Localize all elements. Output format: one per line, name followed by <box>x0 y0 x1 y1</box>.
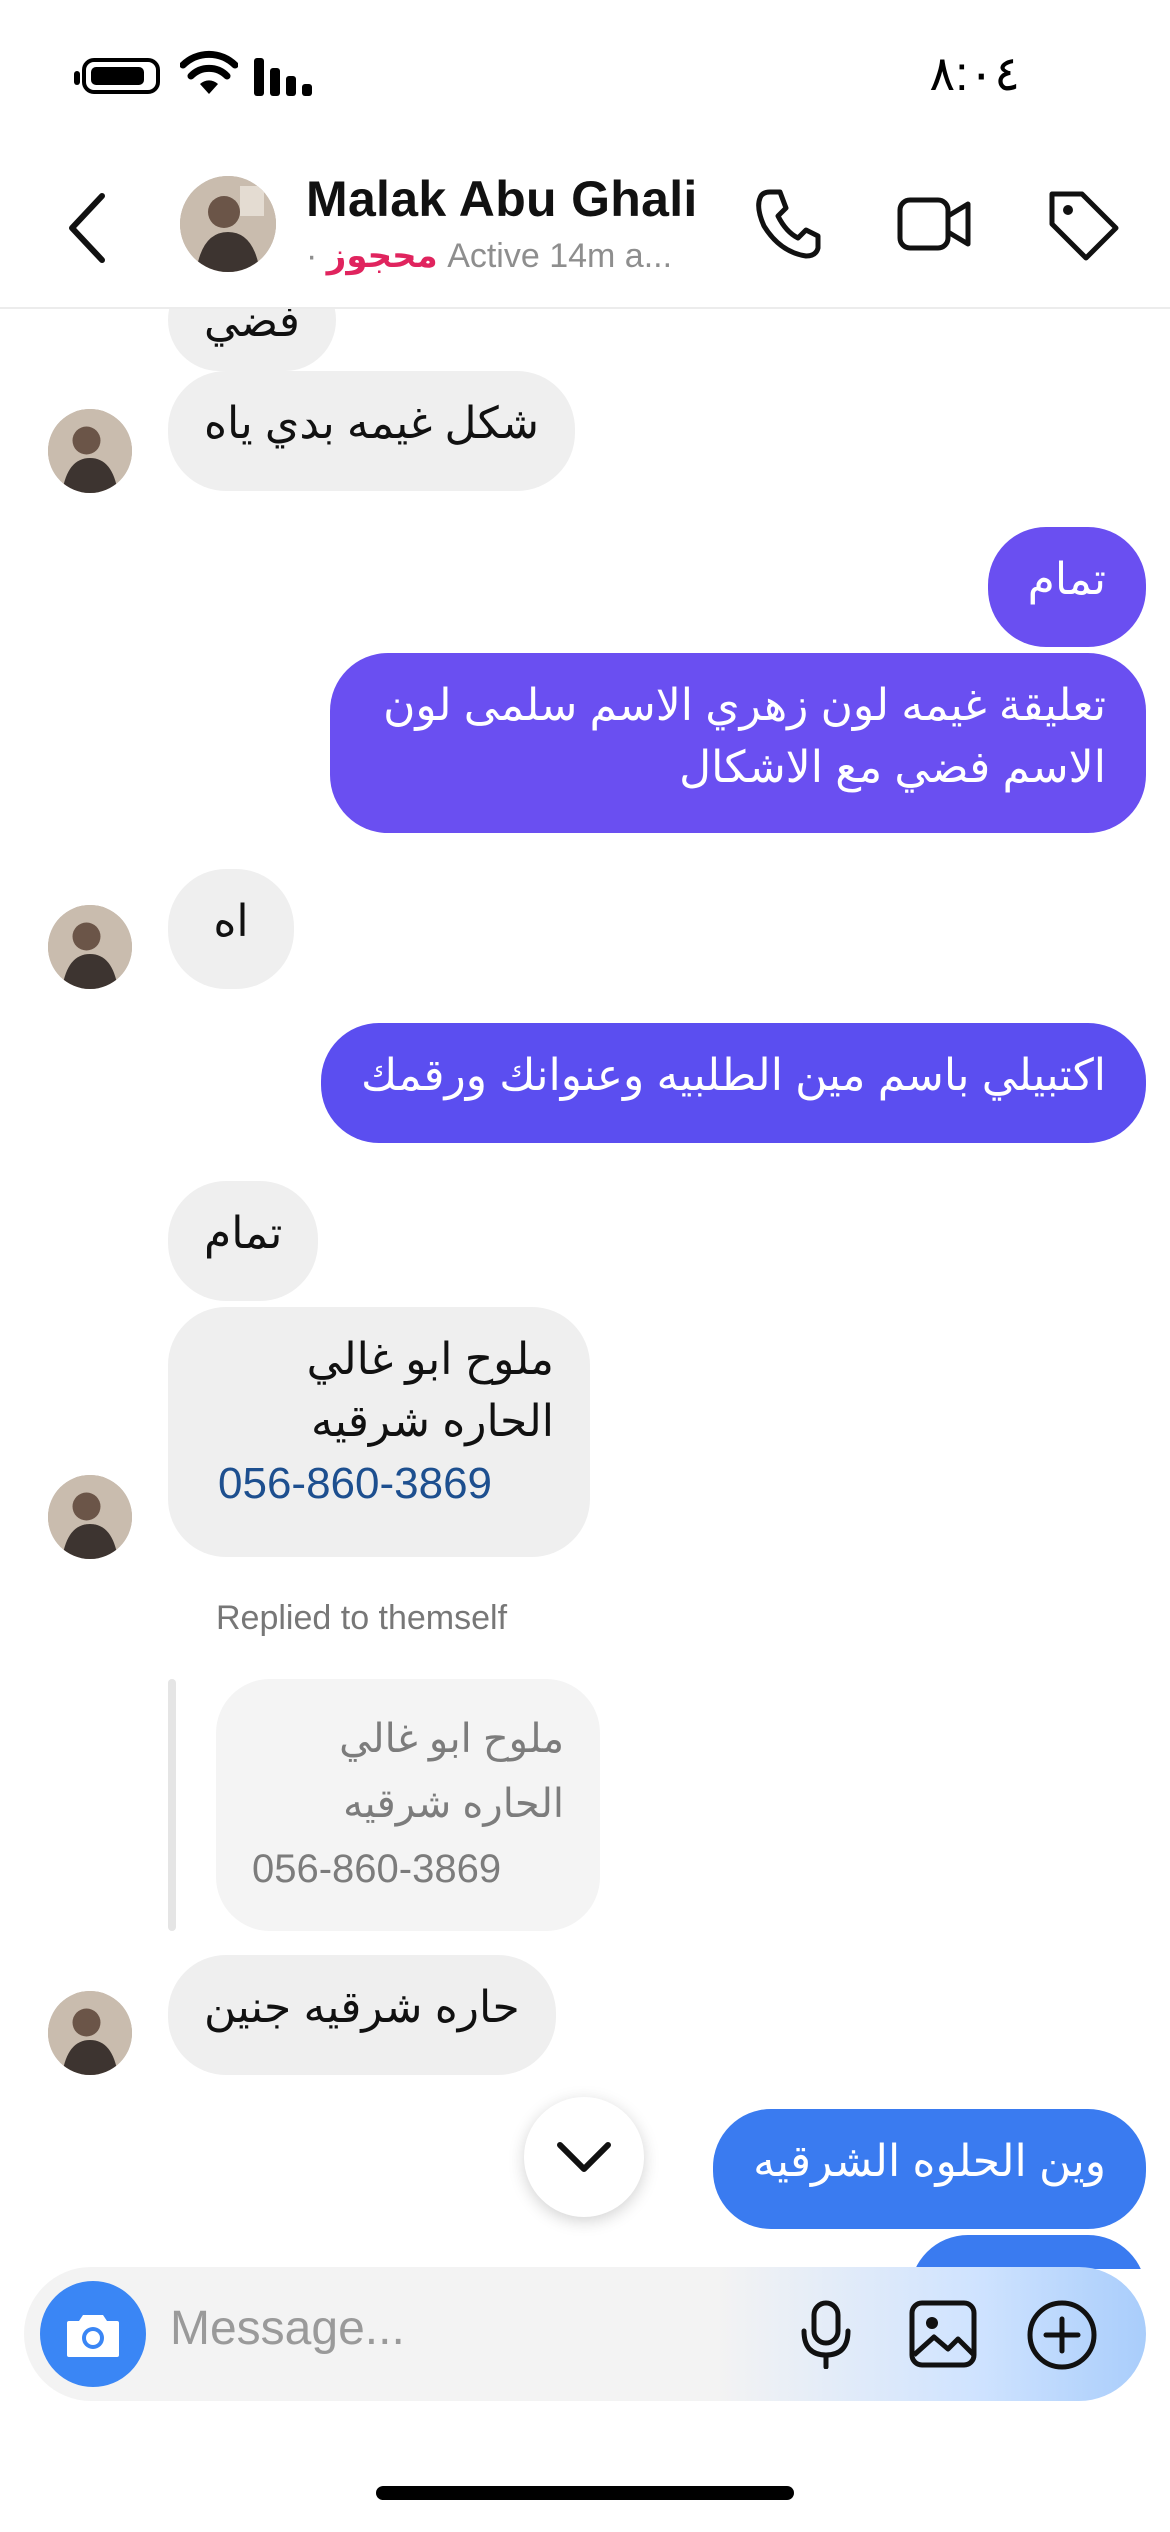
status-badge: محجوز <box>326 237 438 275</box>
phone-icon[interactable] <box>752 186 822 262</box>
quoted-line: الحاره شرقيه <box>343 1782 564 1826</box>
mic-icon[interactable] <box>798 2299 854 2369</box>
avatar[interactable] <box>180 176 276 272</box>
video-icon[interactable] <box>896 186 972 262</box>
chevron-down-icon <box>557 2142 611 2172</box>
chat-header: Malak Abu Ghali · محجوز Active 14m a... <box>0 150 1170 309</box>
gallery-icon[interactable] <box>908 2299 978 2369</box>
avatar[interactable] <box>48 1475 132 1559</box>
avatar[interactable] <box>48 905 132 989</box>
back-icon[interactable] <box>62 190 112 266</box>
message-input[interactable]: Message... <box>170 2301 405 2356</box>
message-line: ملوح ابو غالي <box>306 1335 554 1384</box>
message-bubble[interactable]: حاره شرقيه جنين <box>168 1955 556 2075</box>
battery-icon <box>74 58 160 94</box>
phone-link[interactable]: 056-860-3869 <box>204 1453 554 1515</box>
avatar[interactable] <box>48 409 132 493</box>
tag-icon[interactable] <box>1046 186 1120 262</box>
message-bubble[interactable]: فضي <box>168 309 336 371</box>
message-bubble-partial[interactable] <box>910 2235 1146 2269</box>
quoted-line: ملوح ابو غالي <box>339 1717 564 1761</box>
home-indicator[interactable] <box>376 2486 794 2500</box>
contact-status: · محجوز Active 14m a... <box>306 236 672 276</box>
quoted-phone: 056-860-3869 <box>252 1847 502 1891</box>
activity-text: Active 14m a... <box>447 237 673 275</box>
clock: ٨:٠٤ <box>929 48 1020 101</box>
reply-note: Replied to themself <box>216 1599 508 1637</box>
scroll-down-button[interactable] <box>524 2097 644 2217</box>
plus-icon[interactable] <box>1026 2299 1098 2371</box>
message-bubble[interactable]: ملوح ابو غالي الحاره شرقيه 056-860-3869 <box>168 1307 590 1557</box>
camera-button[interactable] <box>40 2281 146 2387</box>
contact-name[interactable]: Malak Abu Ghali <box>306 170 698 228</box>
message-bubble[interactable]: تمام <box>987 527 1146 647</box>
message-bubble[interactable]: اه <box>168 869 294 989</box>
wifi-icon <box>180 50 238 94</box>
status-separator: · <box>306 237 318 275</box>
signal-icon <box>254 58 312 96</box>
message-bubble[interactable]: شكل غيمه بدي ياه <box>168 371 575 491</box>
message-bubble[interactable]: وين الحلوه الشرقيه <box>713 2109 1146 2229</box>
camera-icon <box>67 2315 119 2357</box>
status-bar: ٨:٠٤ <box>0 0 1170 150</box>
message-bubble[interactable]: تمام <box>168 1181 319 1301</box>
reply-bar <box>168 1679 176 1931</box>
message-composer[interactable]: Message... <box>24 2267 1146 2401</box>
message-bubble[interactable]: تعليقة غيمه لون زهري الاسم سلمى لون الاس… <box>330 653 1146 833</box>
message-line: الحاره شرقيه <box>310 1397 554 1446</box>
message-list[interactable]: فضي شكل غيمه بدي ياه تمام تعليقة غيمه لو… <box>0 309 1170 2269</box>
avatar[interactable] <box>48 1991 132 2075</box>
quoted-message[interactable]: ملوح ابو غالي الحاره شرقيه 056-860-3869 <box>216 1679 600 1931</box>
message-bubble[interactable]: اكتبيلي باسم مين الطلبيه وعنوانك ورقمك <box>320 1023 1146 1143</box>
